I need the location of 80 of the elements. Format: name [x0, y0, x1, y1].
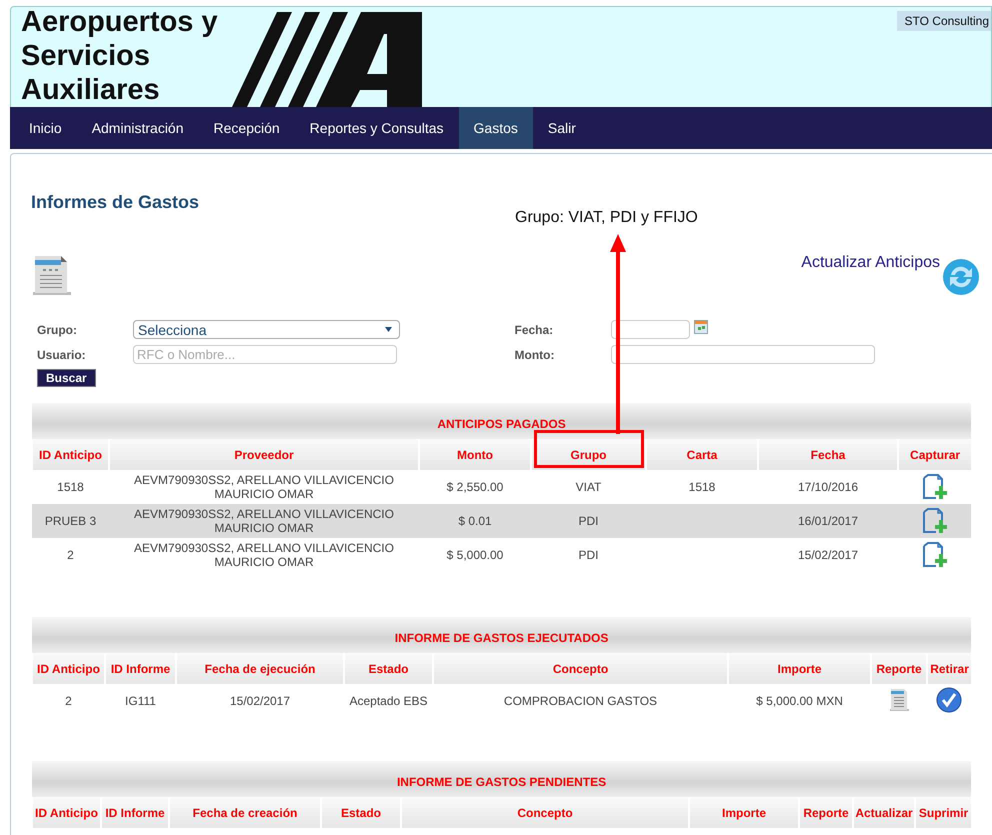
calendar-icon[interactable]	[694, 320, 708, 334]
table-cell: 1518	[32, 470, 109, 504]
field-label: Monto:	[514, 348, 556, 362]
field-label: Usuario:	[37, 348, 87, 362]
table-cell: AEVM790930SS2, ARELLANO VILLAVICENCIO MAURICIO OMAR	[109, 538, 419, 572]
table-title: ANTICIPOS PAGADOS	[32, 403, 972, 439]
report-icon[interactable]	[889, 688, 909, 712]
column-header: Carta	[646, 439, 758, 470]
table-cell: $ 0.01	[419, 504, 531, 538]
search-button[interactable]: Buscar	[37, 369, 96, 387]
table-cell: $ 5,000.00	[419, 538, 531, 572]
table-cell: PDI	[531, 538, 646, 572]
column-header: Estado	[321, 797, 401, 828]
table-cell: VIAT	[531, 470, 646, 504]
table-cell: 15/02/2017	[176, 684, 344, 718]
table-title: INFORME DE GASTOS EJECUTADOS	[32, 617, 972, 653]
logo-text: Auxiliares	[21, 73, 161, 107]
dropdown-caret-icon	[385, 327, 392, 332]
table-cell: 16/01/2017	[758, 504, 898, 538]
refresh-icon[interactable]	[942, 258, 980, 296]
logo-text: Aeropuertos y	[21, 5, 218, 39]
logo-icon	[232, 12, 422, 107]
table-cell: 2	[32, 684, 105, 718]
annotation-label: Grupo: VIAT, PDI y FFIJO	[515, 209, 698, 227]
table-cell: AEVM790930SS2, ARELLANO VILLAVICENCIO MAURICIO OMAR	[109, 470, 419, 504]
table-cell: AEVM790930SS2, ARELLANO VILLAVICENCIO MAURICIO OMAR	[109, 504, 419, 538]
page-title: Informes de Gastos	[31, 192, 200, 213]
add-document-icon[interactable]	[922, 474, 948, 500]
table-cell: 17/10/2016	[758, 470, 898, 504]
column-header: Importe	[689, 797, 799, 828]
user-field[interactable]: RFC o Nombre...	[133, 345, 397, 364]
table-cell: 1518	[646, 470, 758, 504]
check-icon[interactable]	[936, 686, 962, 712]
column-header: Actualizar	[853, 797, 915, 828]
column-header: Reporte	[799, 797, 853, 828]
table-cell: 2	[32, 538, 109, 572]
nav-item[interactable]: Salir	[532, 107, 591, 149]
company-label: STO Consulting	[896, 11, 991, 31]
document-icon	[31, 254, 71, 296]
group-select[interactable]: Selecciona	[133, 320, 400, 339]
table-title: INFORME DE GASTOS PENDIENTES	[32, 761, 972, 797]
column-header: ID Anticipo	[32, 653, 105, 684]
add-document-icon[interactable]	[922, 508, 948, 534]
column-header: Retirar	[927, 653, 972, 684]
amount-field[interactable]	[610, 345, 874, 364]
column-header: Suprimir	[915, 797, 972, 828]
table-cell: $ 2,550.00	[419, 470, 531, 504]
logo-text: Servicios	[21, 39, 151, 73]
column-header: ID Anticipo	[32, 797, 101, 828]
column-header: Estado	[344, 653, 433, 684]
field-label: Fecha:	[514, 322, 554, 336]
table-cell: Aceptado EBS	[344, 684, 433, 718]
column-header: Fecha de ejecución	[176, 653, 344, 684]
add-document-icon[interactable]	[922, 542, 948, 568]
column-header: ID Informe	[101, 797, 169, 828]
field-label: Grupo:	[37, 322, 78, 336]
table-cell: 15/02/2017	[758, 538, 898, 572]
column-header: Concepto	[401, 797, 689, 828]
column-header: Capturar	[898, 439, 972, 470]
table-cell: PRUEB 3	[32, 504, 109, 538]
nav-item[interactable]: Reportes y Consultas	[294, 107, 459, 149]
nav-item[interactable]: Recepción	[198, 107, 295, 149]
nav-item[interactable]: Gastos	[458, 107, 533, 149]
column-header: ID Informe	[105, 653, 176, 684]
nav-item[interactable]: Inicio	[14, 107, 77, 149]
column-header: Monto	[419, 439, 531, 470]
column-header: Fecha	[758, 439, 898, 470]
table-cell: PDI	[531, 504, 646, 538]
nav-item[interactable]: Administración	[76, 107, 199, 149]
table-cell: $ 5,000.00 MXN	[728, 684, 871, 718]
column-header: Reporte	[871, 653, 927, 684]
date-field[interactable]	[610, 320, 690, 339]
column-header: Importe	[728, 653, 871, 684]
column-header: ID Anticipo	[32, 439, 109, 470]
refresh-link[interactable]: Actualizar Anticipos	[801, 254, 940, 272]
column-header: Concepto	[433, 653, 728, 684]
table-cell: IG111	[105, 684, 176, 718]
table-cell: COMPROBACION GASTOS	[433, 684, 728, 718]
column-header: Proveedor	[109, 439, 419, 470]
column-header: Fecha de creación	[169, 797, 321, 828]
